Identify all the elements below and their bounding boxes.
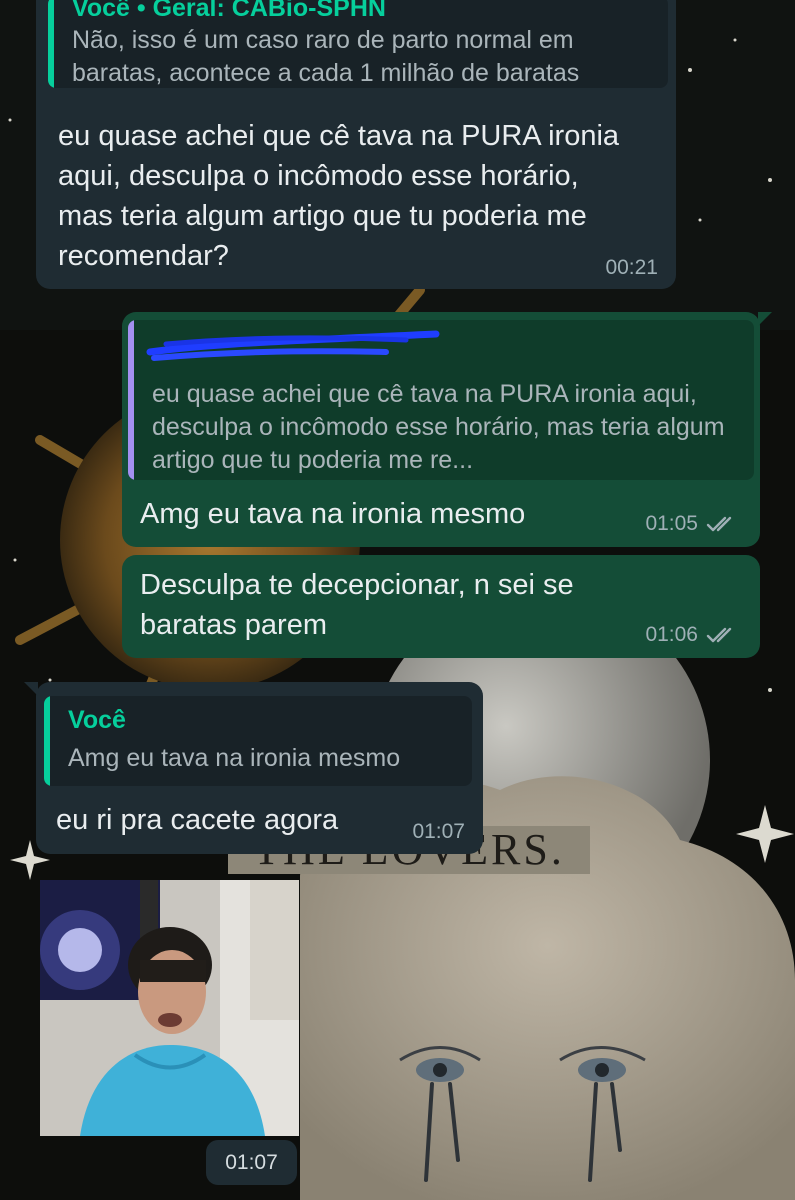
message-text: eu ri pra cacete agora [56, 804, 339, 836]
message-time: 01:06 [645, 623, 698, 646]
quote-accent-bar [128, 320, 134, 480]
quote-separator: • [136, 0, 153, 22]
message-time: 01:05 [645, 512, 698, 535]
quote-text: Amg eu tava na ironia mesmo [68, 744, 401, 772]
message-time: 00:21 [605, 256, 658, 279]
message-time: 01:07 [412, 820, 465, 843]
quote-author: Você [68, 706, 126, 734]
double-check-icon [706, 516, 732, 532]
quote-author: Você [72, 0, 130, 22]
quoted-message[interactable]: Você Amg eu tava na ironia mesmo [44, 696, 472, 786]
quoted-message[interactable]: Você • Geral: CABio-SPHN Não, isso é um … [48, 0, 668, 88]
double-check-icon [706, 627, 732, 643]
message-meta: 01:05 [645, 512, 740, 536]
redacted-author-scribble [146, 330, 440, 361]
message-text: Amg eu tava na ironia mesmo [140, 498, 526, 530]
quote-accent-bar [48, 0, 54, 88]
quote-text: Não, isso é um caso raro de parto normal… [72, 26, 580, 87]
quote-author-line: Você • Geral: CABio-SPHN [72, 0, 386, 23]
message-bubble-incoming[interactable]: Você Amg eu tava na ironia mesmo eu ri p… [24, 682, 483, 854]
quote-accent-bar [44, 696, 50, 786]
message-bubble-outgoing[interactable]: eu quase achei que cê tava na PURA ironi… [122, 312, 772, 547]
message-meta: 00:21 [605, 256, 658, 280]
quoted-message[interactable]: eu quase achei que cê tava na PURA ironi… [128, 320, 754, 480]
message-meta: 01:06 [645, 623, 740, 647]
quote-text: eu quase achei que cê tava na PURA ironi… [152, 380, 725, 474]
image-message[interactable] [40, 880, 299, 1136]
quote-group: Geral: CABio-SPHN [152, 0, 386, 22]
message-text: Desculpa te decepcionar, n sei se barata… [140, 569, 574, 641]
photo-thumbnail [40, 880, 299, 1136]
image-message-time: 01:07 [206, 1140, 297, 1185]
message-bubble-incoming[interactable]: Você • Geral: CABio-SPHN Não, isso é um … [36, 0, 676, 289]
message-text: eu quase achei que cê tava na PURA ironi… [58, 120, 620, 272]
message-meta: 01:07 [412, 820, 465, 844]
message-bubble-outgoing[interactable]: Desculpa te decepcionar, n sei se barata… [122, 555, 760, 658]
